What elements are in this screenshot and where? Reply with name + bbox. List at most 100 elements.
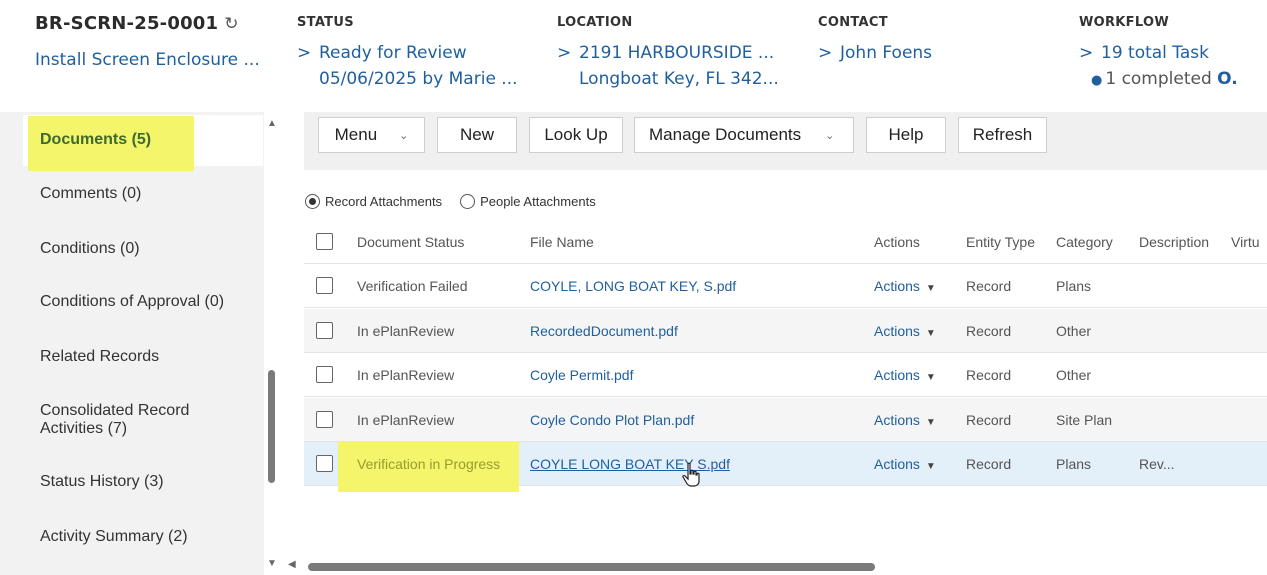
file-name-link[interactable]: RecordedDocument.pdf — [530, 323, 678, 339]
document-status: In ePlanReview — [357, 367, 455, 383]
manage-documents-label: Manage Documents — [649, 125, 802, 144]
menu-button[interactable]: Menu ⌄ — [318, 117, 425, 153]
actions-dropdown[interactable]: Actions ▼ — [874, 323, 936, 339]
table-row[interactable]: In ePlanReview Coyle Permit.pdf Actions ▼… — [304, 353, 1267, 397]
sidebar-item-status-history[interactable]: Status History (3) — [23, 473, 263, 491]
lookup-button[interactable]: Look Up — [529, 117, 623, 153]
record-id: BR-SCRN-25-0001 ↻ — [35, 13, 239, 34]
column-header-entity-type[interactable]: Entity Type — [966, 234, 1035, 250]
people-attachments-label[interactable]: People Attachments — [480, 194, 596, 209]
entity-type: Record — [966, 456, 1012, 472]
entity-type: Record — [966, 412, 1012, 428]
scroll-left-icon[interactable]: ◀ — [288, 559, 296, 570]
column-header-description[interactable]: Description — [1139, 234, 1209, 250]
workflow-label: WORKFLOW — [1079, 15, 1169, 30]
chevron-right-icon: > — [818, 43, 833, 63]
actions-dropdown[interactable]: Actions ▼ — [874, 456, 936, 472]
file-name-link[interactable]: COYLE, LONG BOAT KEY, S.pdf — [530, 278, 736, 294]
sidebar-item-consolidated-activities[interactable]: Consolidated Record Activities (7) — [23, 402, 243, 438]
document-status: Verification in Progress — [357, 456, 501, 472]
record-name[interactable]: Install Screen Enclosure ... — [35, 50, 260, 70]
row-checkbox[interactable] — [316, 366, 333, 383]
scrollbar-thumb[interactable] — [268, 370, 275, 483]
sidebar-item-activity-summary[interactable]: Activity Summary (2) — [23, 528, 263, 546]
file-name-link[interactable]: Coyle Permit.pdf — [530, 367, 633, 383]
select-all-checkbox[interactable] — [316, 233, 333, 250]
actions-label: Actions — [874, 456, 920, 472]
sidebar-item-conditions-of-approval[interactable]: Conditions of Approval (0) — [23, 293, 263, 311]
workflow-line2: 1 completed — [1105, 69, 1212, 89]
category: Other — [1056, 367, 1092, 383]
table-row[interactable]: In ePlanReview Coyle Condo Plot Plan.pdf… — [304, 398, 1267, 442]
file-name-link[interactable]: Coyle Condo Plot Plan.pdf — [530, 412, 694, 428]
document-status: In ePlanReview — [357, 323, 455, 339]
location-line1: 2191 HARBOURSIDE ... — [579, 43, 775, 63]
table-horizontal-scrollbar[interactable]: ◀ — [284, 559, 1267, 575]
scrollbar-thumb[interactable] — [308, 563, 875, 571]
actions-dropdown[interactable]: Actions ▼ — [874, 412, 936, 428]
people-attachments-radio[interactable] — [460, 194, 476, 209]
caret-down-icon: ▼ — [925, 328, 936, 339]
table-row[interactable]: In ePlanReview RecordedDocument.pdf Acti… — [304, 309, 1267, 353]
record-attachments-label[interactable]: Record Attachments — [325, 194, 442, 209]
manage-documents-button[interactable]: Manage Documents ⌄ — [634, 117, 854, 153]
actions-label: Actions — [874, 323, 920, 339]
entity-type: Record — [966, 323, 1012, 339]
contact-line1: John Foens — [840, 43, 933, 63]
refresh-icon[interactable]: ↻ — [224, 14, 238, 34]
category: Other — [1056, 323, 1092, 339]
chevron-right-icon: > — [1079, 43, 1094, 63]
record-id-text: BR-SCRN-25-0001 — [35, 13, 219, 34]
menu-button-label: Menu — [334, 125, 378, 144]
location-value[interactable]: >2191 HARBOURSIDE ... Longboat Key, FL 3… — [557, 40, 779, 92]
row-checkbox[interactable] — [316, 411, 333, 428]
chevron-down-icon: ⌄ — [825, 129, 835, 142]
category: Plans — [1056, 456, 1092, 472]
attachment-type-selector: Record Attachments People Attachments — [305, 194, 596, 209]
caret-down-icon: ▼ — [925, 461, 936, 472]
sidebar-scrollbar[interactable]: ▲ ▼ — [264, 112, 280, 575]
caret-down-icon: ▼ — [925, 417, 936, 428]
document-status: In ePlanReview — [357, 412, 455, 428]
actions-dropdown[interactable]: Actions ▼ — [874, 278, 936, 294]
scroll-down-icon[interactable]: ▼ — [267, 558, 277, 569]
row-checkbox[interactable] — [316, 322, 333, 339]
actions-dropdown[interactable]: Actions ▼ — [874, 367, 936, 383]
record-attachments-radio[interactable] — [305, 194, 320, 209]
sidebar-item-documents-label[interactable]: Documents (5) — [23, 131, 263, 149]
category: Plans — [1056, 278, 1092, 294]
contact-value[interactable]: > John Foens — [818, 40, 932, 66]
sidebar-item-conditions[interactable]: Conditions (0) — [23, 240, 263, 258]
status-section: STATUS > Ready for Review 05/06/2025 by M… — [297, 15, 518, 92]
sidebar-item-comments[interactable]: Comments (0) — [23, 185, 263, 203]
table-row[interactable]: Verification Failed COYLE, LONG BOAT KEY… — [304, 264, 1267, 308]
column-header-actions: Actions — [874, 234, 920, 250]
contact-label: CONTACT — [818, 15, 888, 30]
column-header-category[interactable]: Category — [1056, 234, 1113, 250]
actions-label: Actions — [874, 367, 920, 383]
row-checkbox[interactable] — [316, 277, 333, 294]
record-header: BR-SCRN-25-0001 ↻ Install Screen Enclosur… — [0, 0, 1267, 112]
workflow-section: WORKFLOW >19 total Task ● 1 completed O. — [1079, 15, 1238, 94]
column-header-virtual[interactable]: Virtu — [1231, 234, 1260, 250]
entity-type: Record — [966, 278, 1012, 294]
new-button[interactable]: New — [437, 117, 517, 153]
workflow-value[interactable]: >19 total Task ● 1 completed O. — [1079, 40, 1238, 94]
chevron-right-icon: > — [557, 43, 572, 63]
column-header-document-status[interactable]: Document Status — [357, 234, 464, 250]
refresh-button[interactable]: Refresh — [958, 117, 1047, 153]
row-checkbox[interactable] — [316, 455, 333, 472]
caret-down-icon: ▼ — [925, 372, 936, 383]
status-value[interactable]: > Ready for Review 05/06/2025 by Marie ..… — [297, 40, 518, 92]
status-label: STATUS — [297, 15, 354, 30]
document-status: Verification Failed — [357, 278, 468, 294]
table-header-row: Document Status File Name Actions Entity… — [304, 220, 1267, 264]
status-line1: Ready for Review — [319, 43, 467, 63]
scroll-up-icon[interactable]: ▲ — [267, 118, 277, 129]
category: Site Plan — [1056, 412, 1113, 428]
entity-type: Record — [966, 367, 1012, 383]
help-button[interactable]: Help — [866, 117, 946, 153]
actions-label: Actions — [874, 412, 920, 428]
column-header-file-name[interactable]: File Name — [530, 234, 594, 250]
sidebar-item-related-records[interactable]: Related Records — [23, 348, 263, 366]
